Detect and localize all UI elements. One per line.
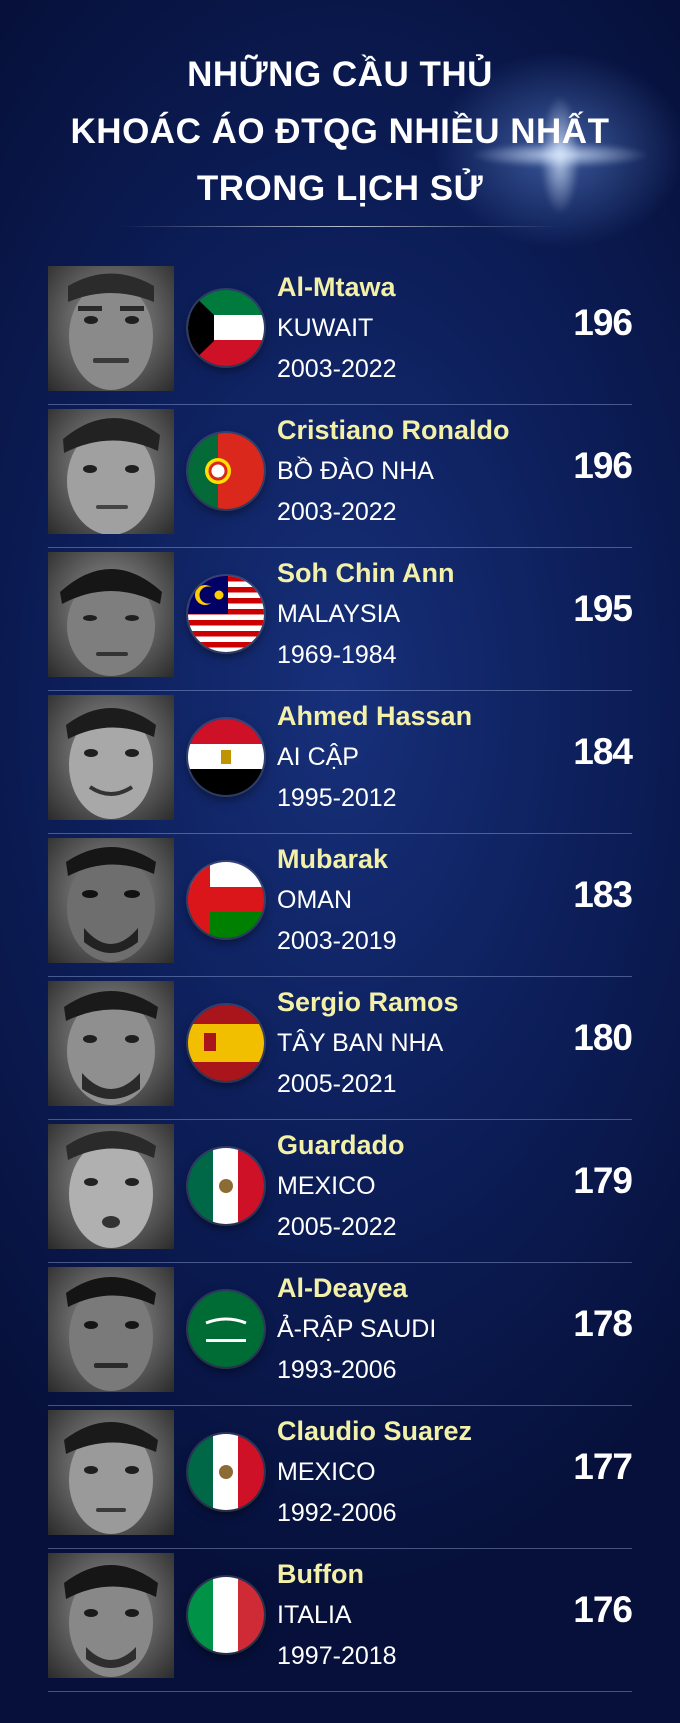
player-years: 2005-2022	[277, 1213, 397, 1241]
player-photo	[48, 552, 174, 677]
player-years: 1969-1984	[277, 641, 397, 669]
player-photo	[48, 695, 174, 820]
oman-flag-icon	[188, 862, 264, 938]
player-row: Sergio Ramos TÂY BAN NHA 2005-2021 180	[0, 977, 680, 1120]
player-caps: 183	[573, 874, 633, 915]
title-line-1: NHỮNG CẦU THỦ	[187, 55, 493, 94]
portugal-flag-icon	[188, 433, 264, 509]
player-name: Guardado	[277, 1130, 405, 1160]
player-country: MEXICO	[277, 1458, 376, 1486]
row-divider	[48, 1691, 632, 1692]
malaysia-flag-icon	[188, 576, 264, 652]
page-title: NHỮNG CẦU THỦ KHOÁC ÁO ĐTQG NHIỀU NHẤT T…	[0, 46, 680, 217]
player-country: Ả-RẬP SAUDI	[277, 1315, 437, 1343]
mexico-flag-icon	[188, 1434, 264, 1510]
player-row: Buffon ITALIA 1997-2018 176	[0, 1549, 680, 1692]
player-name: Buffon	[277, 1559, 364, 1589]
player-country: KUWAIT	[277, 314, 374, 342]
player-country: OMAN	[277, 886, 352, 914]
player-row: Guardado MEXICO 2005-2022 179	[0, 1120, 680, 1263]
player-name: Al-Deayea	[277, 1273, 408, 1303]
player-caps: 178	[573, 1303, 633, 1344]
player-row: Cristiano Ronaldo BỒ ĐÀO NHA 2003-2022 1…	[0, 405, 680, 548]
player-row: Mubarak OMAN 2003-2019 183	[0, 834, 680, 977]
player-country: MALAYSIA	[277, 600, 401, 628]
player-name: Al-Mtawa	[277, 272, 396, 302]
player-caps: 196	[573, 445, 633, 486]
player-years: 2005-2021	[277, 1070, 397, 1098]
player-caps: 195	[573, 588, 633, 629]
player-country: BỒ ĐÀO NHA	[277, 457, 434, 485]
player-row: Claudio Suarez MEXICO 1992-2006 177	[0, 1406, 680, 1549]
player-country: TÂY BAN NHA	[277, 1029, 444, 1057]
player-row: Al-Mtawa KUWAIT 2003-2022 196	[0, 262, 680, 405]
player-row: Soh Chin Ann MALAYSIA 1969-1984 195	[0, 548, 680, 691]
player-name: Claudio Suarez	[277, 1416, 473, 1446]
player-years: 1992-2006	[277, 1499, 397, 1527]
player-caps: 176	[573, 1589, 633, 1630]
player-name: Mubarak	[277, 844, 389, 874]
player-years: 2003-2019	[277, 927, 397, 955]
player-years: 1993-2006	[277, 1356, 397, 1384]
title-line-2: KHOÁC ÁO ĐTQG NHIỀU NHẤT	[70, 112, 610, 151]
title-line-3: TRONG LỊCH SỬ	[196, 169, 484, 208]
player-years: 2003-2022	[277, 355, 397, 383]
player-years: 1997-2018	[277, 1642, 397, 1670]
saudi-arabia-flag-icon	[188, 1291, 264, 1367]
player-caps: 184	[573, 731, 633, 772]
player-caps: 196	[573, 302, 633, 343]
player-photo	[48, 981, 174, 1106]
player-photo	[48, 1410, 174, 1535]
player-name: Ahmed Hassan	[277, 701, 473, 731]
italy-flag-icon	[188, 1577, 264, 1653]
player-years: 1995-2012	[277, 784, 397, 812]
player-row: Ahmed Hassan AI CẬP 1995-2012 184	[0, 691, 680, 834]
player-name: Cristiano Ronaldo	[277, 415, 510, 445]
player-caps: 179	[573, 1160, 633, 1201]
player-photo	[48, 838, 174, 963]
player-photo	[48, 1267, 174, 1392]
player-photo	[48, 1553, 174, 1678]
player-row: Al-Deayea Ả-RẬP SAUDI 1993-2006 178	[0, 1263, 680, 1406]
player-country: MEXICO	[277, 1172, 376, 1200]
title-divider	[120, 226, 560, 227]
player-years: 2003-2022	[277, 498, 397, 526]
player-country: AI CẬP	[277, 743, 359, 771]
player-photo	[48, 266, 174, 391]
kuwait-flag-icon	[188, 290, 264, 366]
player-photo	[48, 1124, 174, 1249]
player-list: Al-Mtawa KUWAIT 2003-2022 196 Cristiano …	[0, 262, 680, 1692]
egypt-flag-icon	[188, 719, 264, 795]
player-name: Soh Chin Ann	[277, 558, 455, 588]
player-country: ITALIA	[277, 1601, 352, 1629]
player-caps: 177	[573, 1446, 633, 1487]
spain-flag-icon	[188, 1005, 264, 1081]
player-name: Sergio Ramos	[277, 987, 459, 1017]
player-photo	[48, 409, 174, 534]
mexico-flag-icon	[188, 1148, 264, 1224]
player-caps: 180	[573, 1017, 633, 1058]
